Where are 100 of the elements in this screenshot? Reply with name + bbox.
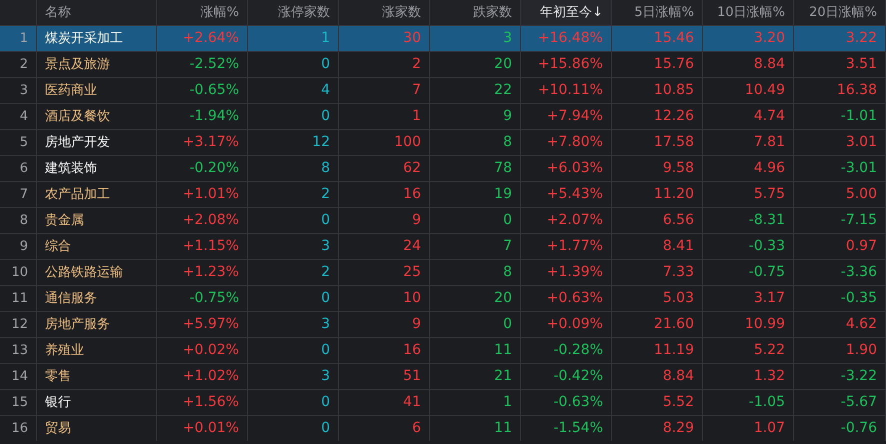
table-cell: -0.42% [553,368,603,384]
table-cell: 3.17 [754,290,785,306]
table-row[interactable]: 6 建筑装饰 -0.20% 8 62 78 +6.03% 9.58 4.96 -3.01 [0,155,886,181]
table-cell: 7 [503,238,512,254]
table-cell: 6 [412,420,421,436]
table-cell: 20 [494,56,512,72]
table-row[interactable]: 11 通信服务 -0.75% 0 10 20 +0.63% 5.03 3.17 -0.35 [0,285,886,311]
column-header[interactable]: 20日涨幅% [794,0,886,25]
table-cell: 5.00 [846,186,877,202]
table-cell: 3 [503,30,512,46]
column-header[interactable]: 5日涨幅% [612,0,703,25]
table-cell: 4.62 [846,316,877,332]
table-cell: 0.97 [846,238,877,254]
row-number: 14 [11,369,28,384]
table-cell: -1.54% [553,420,603,436]
table-cell: 0 [321,420,330,436]
table-cell: 20 [494,290,512,306]
table-cell: 25 [403,264,421,280]
table-cell: 5.03 [662,290,694,306]
table-row[interactable]: 2 景点及旅游 -2.52% 0 2 20 +15.86% 15.76 8.84 3.51 [0,51,886,77]
table-cell: 21 [494,368,512,384]
column-header[interactable]: 年初至今↓ [521,0,612,25]
table-cell: 1.90 [846,342,877,358]
table-cell: 8 [503,134,512,150]
table-cell: -1.05 [748,394,785,410]
table-cell: 4.96 [754,160,785,176]
table-cell: 0 [321,108,330,124]
table-cell: -2.52% [189,56,239,72]
column-header[interactable]: 名称 [37,0,157,25]
table-cell: 17.58 [654,134,694,150]
table-cell: +3.17% [182,134,239,150]
table-row[interactable]: 7 农产品加工 +1.01% 2 16 19 +5.43% 11.20 5.75 5.00 [0,181,886,207]
table-cell: 3.01 [846,134,877,150]
table-row[interactable]: 15 银行 +1.56% 0 41 1 -0.63% 5.52 -1.05 -5.67 [0,389,886,415]
row-number: 2 [20,57,28,72]
table-row[interactable]: 12 房地产服务 +5.97% 3 9 0 +0.09% 21.60 10.99 4.62 [0,311,886,337]
table-cell: 30 [403,30,421,46]
table-row[interactable]: 8 贵金属 +2.08% 0 9 0 +2.07% 6.56 -8.31 -7.15 [0,207,886,233]
table-cell: 8.29 [662,420,694,436]
table-cell: 0 [321,212,330,228]
table-cell: +1.15% [182,238,239,254]
table-row[interactable]: 10 公路铁路运输 +1.23% 2 25 8 +1.39% 7.33 -0.75 -3.36 [0,259,886,285]
table-cell: 12 [312,134,330,150]
table-cell: 1.07 [754,420,785,436]
table-cell: -3.36 [840,264,877,280]
table-cell: 8 [503,264,512,280]
table-cell: 10.99 [744,316,785,332]
table-cell: 8.41 [662,238,694,254]
table-cell: +16.48% [538,30,603,46]
column-header[interactable]: 涨幅% [157,0,248,25]
table-cell: 1 [412,108,421,124]
column-header[interactable]: 10日涨幅% [703,0,794,25]
table-cell: -1.94% [189,108,239,124]
table-row[interactable]: 5 房地产开发 +3.17% 12 100 8 +7.80% 17.58 7.81 3.01 [0,129,886,155]
row-number: 8 [20,213,28,228]
table-cell: +0.09% [546,316,603,332]
table-cell: -0.35 [840,290,877,306]
table-row[interactable]: 14 零售 +1.02% 3 51 21 -0.42% 8.84 1.32 -3.22 [0,363,886,389]
table-row[interactable]: 1 煤炭开采加工 +2.64% 1 30 3 +16.48% 15.46 3.20 3.22 [0,25,886,51]
table-cell: -0.76 [840,420,877,436]
table-cell: -3.01 [840,160,877,176]
table-row[interactable]: 3 医药商业 -0.65% 4 7 22 +10.11% 10.85 10.49 16.38 [0,77,886,103]
table-row[interactable]: 9 综合 +1.15% 3 24 7 +1.77% 8.41 -0.33 0.97 [0,233,886,259]
table-cell: 5.22 [754,342,785,358]
table-row[interactable]: 16 贸易 +0.01% 0 6 11 -1.54% 8.29 1.07 -0.76 [0,415,886,441]
table-cell: -0.20% [189,160,239,176]
table-cell: +1.23% [182,264,239,280]
column-header[interactable]: 涨家数 [339,0,430,25]
table-row[interactable]: 4 酒店及餐饮 -1.94% 0 1 9 +7.94% 12.26 4.74 -1.01 [0,103,886,129]
table-cell: +2.08% [182,212,239,228]
table-cell: +2.07% [546,212,603,228]
table-cell: 11 [494,342,512,358]
table-cell: 12.26 [654,108,694,124]
sector-name: 酒店及餐饮 [45,109,110,124]
table-cell: 9 [412,212,421,228]
table-cell: 78 [494,160,512,176]
table-cell: 0 [321,56,330,72]
table-cell: +5.97% [182,316,239,332]
table-cell: 10.49 [744,82,785,98]
table-cell: 0 [503,316,512,332]
table-cell: +7.80% [546,134,603,150]
table-cell: 62 [403,160,421,176]
row-number: 5 [20,135,28,150]
table-cell: 19 [494,186,512,202]
table-cell: 10.85 [654,82,694,98]
row-number: 6 [20,161,28,176]
table-row[interactable]: 13 养殖业 +0.02% 0 16 11 -0.28% 11.19 5.22 1.90 [0,337,886,363]
table-cell: +1.77% [546,238,603,254]
row-number: 13 [11,343,28,358]
row-number: 11 [11,291,28,306]
row-number: 3 [20,83,28,98]
table-cell: 1 [321,30,330,46]
table-cell: 24 [403,238,421,254]
sector-name: 公路铁路运输 [45,265,123,280]
table-cell: +5.43% [546,186,603,202]
column-header[interactable]: 涨停家数 [248,0,339,25]
row-number: 15 [11,395,28,410]
row-number: 1 [20,31,28,46]
table-cell: 10 [403,290,421,306]
table-cell: 0 [321,394,330,410]
